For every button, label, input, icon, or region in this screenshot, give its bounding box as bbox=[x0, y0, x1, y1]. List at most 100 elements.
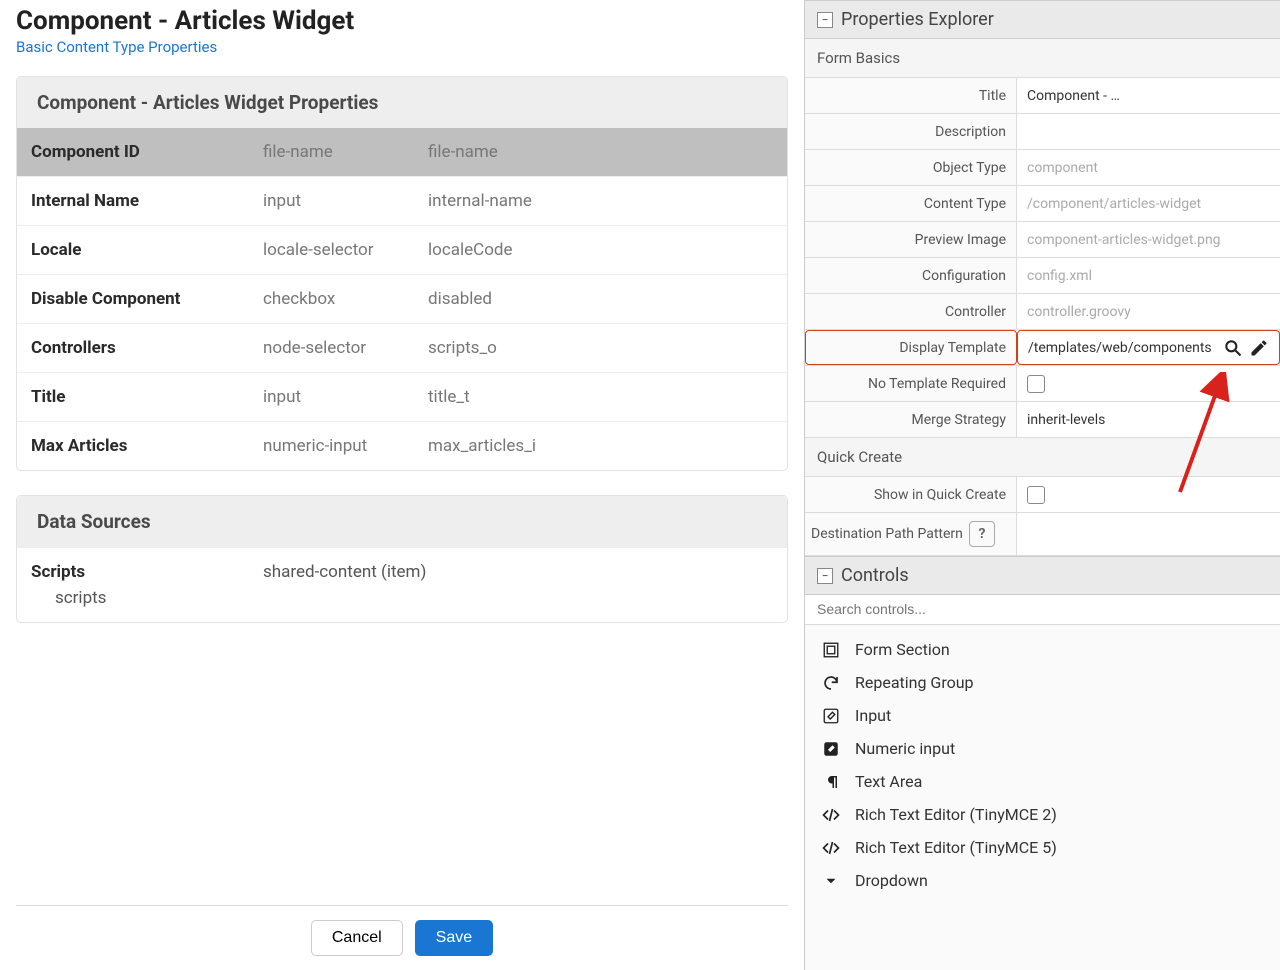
control-item[interactable]: Form Section bbox=[817, 633, 1268, 666]
preview-image-field[interactable]: component-articles-widget.png bbox=[1017, 222, 1280, 257]
property-name: Controllers bbox=[31, 338, 263, 358]
data-sources-title: Data Sources bbox=[17, 496, 787, 547]
merge-strategy-field[interactable]: inherit-levels bbox=[1017, 402, 1280, 437]
paragraph-icon bbox=[821, 773, 841, 791]
quick-create-header: Quick Create bbox=[805, 438, 1280, 477]
property-name: Locale bbox=[31, 240, 263, 260]
property-type: file-name bbox=[263, 142, 428, 162]
ds-value: shared-content (item) bbox=[263, 562, 426, 608]
property-name: Disable Component bbox=[31, 289, 263, 309]
show-quick-create-field bbox=[1017, 477, 1280, 512]
control-label: Repeating Group bbox=[855, 673, 974, 692]
property-var: internal-name bbox=[428, 191, 773, 211]
data-sources-panel: Data Sources Scripts scripts shared-cont… bbox=[16, 495, 788, 623]
property-name: Internal Name bbox=[31, 191, 263, 211]
property-row[interactable]: Controllers node-selector scripts_o bbox=[17, 323, 787, 372]
control-label: Form Section bbox=[855, 640, 950, 659]
content-type-field[interactable]: /component/articles-widget bbox=[1017, 186, 1280, 221]
control-item[interactable]: Rich Text Editor (TinyMCE 2) bbox=[817, 798, 1268, 831]
content-type-label: Content Type bbox=[805, 186, 1017, 221]
property-row[interactable]: Component ID file-name file-name bbox=[17, 128, 787, 176]
collapse-controls-icon[interactable]: − bbox=[817, 568, 833, 584]
refresh-icon bbox=[821, 674, 841, 692]
code-icon bbox=[821, 806, 841, 824]
display-template-value: /templates/web/components bbox=[1028, 340, 1217, 356]
section-icon bbox=[821, 641, 841, 659]
control-item[interactable]: Input bbox=[817, 699, 1268, 732]
no-template-checkbox[interactable] bbox=[1027, 375, 1045, 393]
property-type: checkbox bbox=[263, 289, 428, 309]
breadcrumb-link[interactable]: Basic Content Type Properties bbox=[16, 38, 788, 56]
no-template-field bbox=[1017, 366, 1280, 401]
control-item[interactable]: Dropdown bbox=[817, 864, 1268, 897]
property-var: title_t bbox=[428, 387, 773, 407]
data-source-row[interactable]: Scripts scripts shared-content (item) bbox=[17, 547, 787, 622]
dest-path-text: Destination Path Pattern bbox=[811, 526, 963, 542]
control-item[interactable]: Rich Text Editor (TinyMCE 5) bbox=[817, 831, 1268, 864]
control-label: Rich Text Editor (TinyMCE 2) bbox=[855, 805, 1057, 824]
title-label: Title bbox=[805, 78, 1017, 113]
property-var: max_articles_i bbox=[428, 436, 773, 456]
control-label: Text Area bbox=[855, 772, 922, 791]
property-var: localeCode bbox=[428, 240, 773, 260]
controls-search-input[interactable] bbox=[817, 601, 1268, 617]
property-type: node-selector bbox=[263, 338, 428, 358]
properties-explorer-title: Properties Explorer bbox=[841, 9, 994, 30]
controls-title: Controls bbox=[841, 565, 909, 586]
object-type-field[interactable]: component bbox=[1017, 150, 1280, 185]
property-type: numeric-input bbox=[263, 436, 428, 456]
merge-strategy-label: Merge Strategy bbox=[805, 402, 1017, 437]
ds-label: Scripts bbox=[31, 562, 263, 582]
page-title: Component - Articles Widget bbox=[16, 6, 788, 36]
configuration-field[interactable]: config.xml bbox=[1017, 258, 1280, 293]
no-template-label: No Template Required bbox=[805, 366, 1017, 401]
show-quick-create-checkbox[interactable] bbox=[1027, 486, 1045, 504]
title-field[interactable]: Component - … bbox=[1017, 78, 1280, 113]
property-row[interactable]: Internal Name input internal-name bbox=[17, 176, 787, 225]
pencil-icon[interactable] bbox=[1249, 338, 1269, 358]
code-icon bbox=[821, 839, 841, 857]
property-row[interactable]: Title input title_t bbox=[17, 372, 787, 421]
pencil-box-icon bbox=[821, 740, 841, 758]
configuration-label: Configuration bbox=[805, 258, 1017, 293]
display-template-field[interactable]: /templates/web/components bbox=[1017, 330, 1280, 365]
display-template-label: Display Template bbox=[805, 330, 1017, 365]
ds-sub: scripts bbox=[55, 588, 263, 608]
controls-search bbox=[805, 595, 1280, 625]
controller-field[interactable]: controller.groovy bbox=[1017, 294, 1280, 329]
caret-icon bbox=[821, 872, 841, 890]
property-row[interactable]: Max Articles numeric-input max_articles_… bbox=[17, 421, 787, 470]
property-row[interactable]: Disable Component checkbox disabled bbox=[17, 274, 787, 323]
properties-explorer-header: − Properties Explorer bbox=[805, 0, 1280, 39]
control-item[interactable]: Text Area bbox=[817, 765, 1268, 798]
collapse-icon[interactable]: − bbox=[817, 12, 833, 28]
property-row[interactable]: Locale locale-selector localeCode bbox=[17, 225, 787, 274]
save-button[interactable]: Save bbox=[415, 920, 493, 956]
help-icon[interactable]: ? bbox=[969, 521, 995, 547]
control-item[interactable]: Numeric input bbox=[817, 732, 1268, 765]
controller-label: Controller bbox=[805, 294, 1017, 329]
footer-bar: Cancel Save bbox=[16, 905, 788, 970]
properties-panel: Component - Articles Widget Properties C… bbox=[16, 76, 788, 471]
control-item[interactable]: Repeating Group bbox=[817, 666, 1268, 699]
description-label: Description bbox=[805, 114, 1017, 149]
property-name: Component ID bbox=[31, 142, 263, 162]
control-label: Numeric input bbox=[855, 739, 955, 758]
property-var: file-name bbox=[428, 142, 773, 162]
object-type-label: Object Type bbox=[805, 150, 1017, 185]
edit-icon bbox=[821, 707, 841, 725]
cancel-button[interactable]: Cancel bbox=[311, 920, 403, 956]
properties-panel-title: Component - Articles Widget Properties bbox=[17, 77, 787, 128]
form-basics-header: Form Basics bbox=[805, 39, 1280, 78]
show-quick-create-label: Show in Quick Create bbox=[805, 477, 1017, 512]
property-var: disabled bbox=[428, 289, 773, 309]
control-label: Dropdown bbox=[855, 871, 928, 890]
property-type: input bbox=[263, 387, 428, 407]
property-type: locale-selector bbox=[263, 240, 428, 260]
controls-header: − Controls bbox=[805, 556, 1280, 595]
dest-path-label: Destination Path Pattern ? bbox=[805, 513, 1017, 555]
description-field[interactable] bbox=[1017, 114, 1280, 149]
dest-path-field[interactable] bbox=[1017, 513, 1280, 555]
preview-image-label: Preview Image bbox=[805, 222, 1017, 257]
magnify-icon[interactable] bbox=[1223, 338, 1243, 358]
